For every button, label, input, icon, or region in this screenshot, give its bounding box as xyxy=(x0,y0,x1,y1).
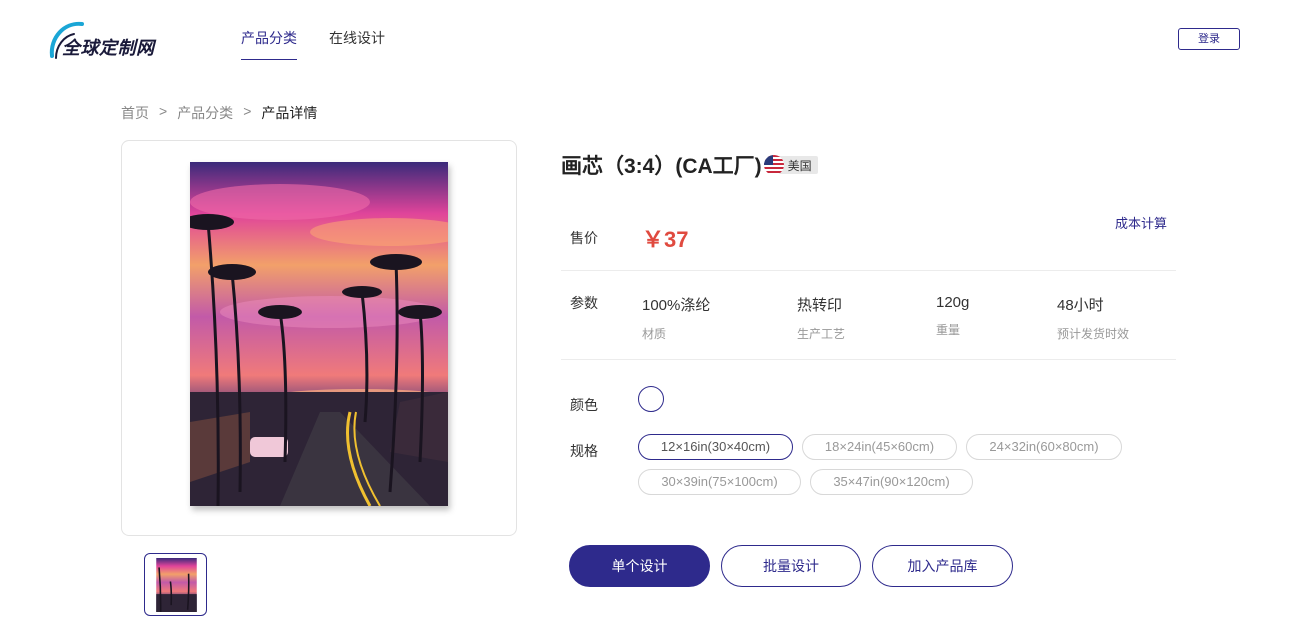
single-design-button[interactable]: 单个设计 xyxy=(569,545,710,587)
param-label: 重量 xyxy=(936,323,961,337)
size-option-18x24[interactable]: 18×24in(45×60cm) xyxy=(802,434,957,460)
product-title-row: 画芯（3:4）(CA工厂) 美国 xyxy=(561,150,818,180)
main-nav: 产品分类 在线设计 xyxy=(241,28,385,60)
breadcrumb-separator: > xyxy=(243,103,252,119)
divider xyxy=(561,359,1176,360)
color-swatch-white[interactable] xyxy=(638,386,664,412)
param-weight: 120g 重量 xyxy=(936,294,969,338)
divider xyxy=(561,270,1176,271)
nav-item-product-category[interactable]: 产品分类 xyxy=(241,28,297,60)
product-image-card xyxy=(121,140,517,536)
nav-item-online-design[interactable]: 在线设计 xyxy=(329,28,385,60)
country-label: 美国 xyxy=(787,158,812,173)
param-label: 材质 xyxy=(642,327,667,341)
size-label: 规格 xyxy=(570,443,598,459)
add-to-library-button[interactable]: 加入产品库 xyxy=(872,545,1013,587)
product-poster-image xyxy=(190,162,448,506)
breadcrumb-separator: > xyxy=(159,103,168,119)
breadcrumb-product-category[interactable]: 产品分类 xyxy=(177,103,233,123)
param-value: 100%涤纶 xyxy=(642,297,711,314)
product-thumbnail[interactable] xyxy=(144,553,207,616)
size-option-12x16[interactable]: 12×16in(30×40cm) xyxy=(638,434,793,460)
color-label: 颜色 xyxy=(570,397,598,413)
param-process: 热转印 生产工艺 xyxy=(797,294,845,342)
breadcrumb: 首页 > 产品分类 > 产品详情 xyxy=(121,103,317,123)
logo-text: 全球定制网 xyxy=(62,38,155,58)
param-shipping-time: 48小时 预计发货时效 xyxy=(1057,294,1129,342)
country-badge: 美国 xyxy=(763,155,818,175)
size-option-24x32[interactable]: 24×32in(60×80cm) xyxy=(966,434,1122,460)
price-value: ￥37 xyxy=(642,227,689,252)
thumbnail-image xyxy=(156,558,197,612)
param-value: 48小时 xyxy=(1057,297,1104,314)
cost-calculation-link[interactable]: 成本计算 xyxy=(1115,213,1167,232)
breadcrumb-current: 产品详情 xyxy=(261,105,318,121)
us-flag-icon xyxy=(763,155,784,175)
login-button[interactable]: 登录 xyxy=(1178,28,1240,50)
product-title: 画芯（3:4）(CA工厂) xyxy=(561,155,762,178)
breadcrumb-home[interactable]: 首页 xyxy=(121,103,149,123)
size-option-35x47[interactable]: 35×47in(90×120cm) xyxy=(810,469,973,495)
param-value: 120g xyxy=(936,294,970,311)
sunset-palms-thumbnail xyxy=(156,558,197,612)
size-option-30x39[interactable]: 30×39in(75×100cm) xyxy=(638,469,801,495)
param-label: 预计发货时效 xyxy=(1057,327,1130,341)
param-value: 热转印 xyxy=(797,297,843,314)
param-label: 生产工艺 xyxy=(797,327,846,341)
price-label: 售价 xyxy=(570,230,598,246)
params-label: 参数 xyxy=(570,295,598,311)
param-material: 100%涤纶 材质 xyxy=(642,294,710,342)
top-header: 全球定制网 产品分类 在线设计 登录 xyxy=(0,0,1308,80)
batch-design-button[interactable]: 批量设计 xyxy=(721,545,861,587)
sunset-palms-artwork xyxy=(190,162,448,506)
